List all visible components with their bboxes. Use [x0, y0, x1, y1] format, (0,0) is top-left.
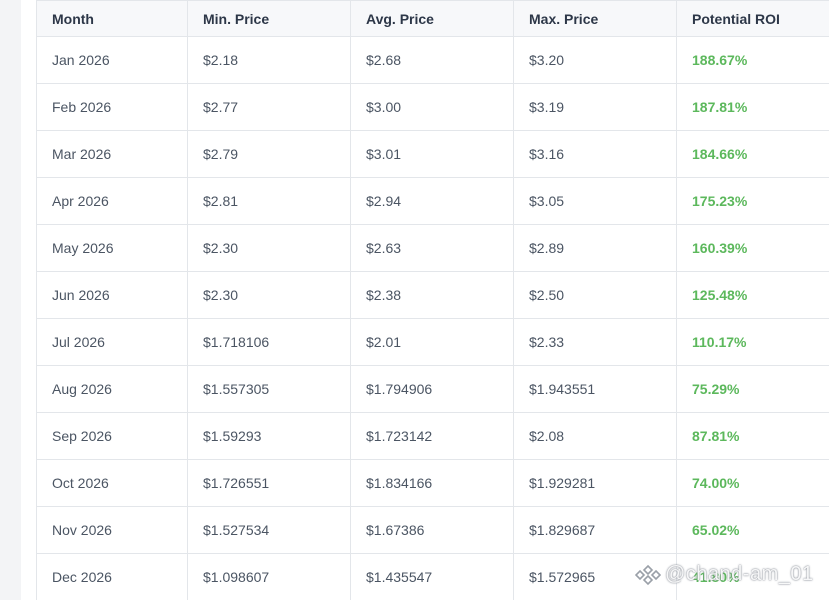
cell-month: Jan 2026: [36, 36, 188, 84]
cell-max-price: $3.16: [513, 130, 677, 178]
cell-min-price: $1.527534: [187, 506, 351, 554]
cell-min-price: $2.79: [187, 130, 351, 178]
cell-avg-price: $1.67386: [350, 506, 514, 554]
cell-max-price: $2.50: [513, 271, 677, 319]
cell-potential-roi: 65.02%: [676, 506, 829, 554]
column-header-potential-roi: Potential ROI: [676, 0, 829, 37]
cell-potential-roi: 125.48%: [676, 271, 829, 319]
cell-month: Nov 2026: [36, 506, 188, 554]
table-row: Apr 2026 $2.81 $2.94 $3.05 175.23%: [36, 177, 829, 225]
watermark: @chand-am_01: [635, 563, 814, 586]
cell-month: Feb 2026: [36, 83, 188, 131]
cell-min-price: $2.30: [187, 224, 351, 272]
binance-logo-icon: [635, 564, 661, 585]
table-row: Jun 2026 $2.30 $2.38 $2.50 125.48%: [36, 271, 829, 319]
cell-avg-price: $1.435547: [350, 553, 514, 600]
watermark-text: @chand-am_01: [665, 563, 814, 585]
cell-avg-price: $2.68: [350, 36, 514, 84]
cell-avg-price: $2.63: [350, 224, 514, 272]
cell-avg-price: $2.94: [350, 177, 514, 225]
price-prediction-panel: Month Min. Price Avg. Price Max. Price P…: [21, 0, 829, 600]
cell-avg-price: $3.01: [350, 130, 514, 178]
table-row: Oct 2026 $1.726551 $1.834166 $1.929281 74.00…: [36, 459, 829, 507]
cell-max-price: $3.20: [513, 36, 677, 84]
cell-avg-price: $1.834166: [350, 459, 514, 507]
cell-potential-roi: 87.81%: [676, 412, 829, 460]
cell-month: Apr 2026: [36, 177, 188, 225]
table-row: Sep 2026 $1.59293 $1.723142 $2.08 87.81%: [36, 412, 829, 460]
cell-avg-price: $3.00: [350, 83, 514, 131]
table-row: Jan 2026 $2.18 $2.68 $3.20 188.67%: [36, 36, 829, 84]
cell-month: Aug 2026: [36, 365, 188, 413]
cell-min-price: $1.098607: [187, 553, 351, 600]
price-prediction-table: Month Min. Price Avg. Price Max. Price P…: [36, 0, 829, 600]
table-row: Mar 2026 $2.79 $3.01 $3.16 184.66%: [36, 130, 829, 178]
cell-avg-price: $2.38: [350, 271, 514, 319]
cell-max-price: $2.33: [513, 318, 677, 366]
cell-max-price: $2.08: [513, 412, 677, 460]
column-header-avg-price: Avg. Price: [350, 0, 514, 37]
cell-max-price: $1.929281: [513, 459, 677, 507]
column-header-month: Month: [36, 0, 188, 37]
table-row: Jul 2026 $1.718106 $2.01 $2.33 110.17%: [36, 318, 829, 366]
cell-potential-roi: 74.00%: [676, 459, 829, 507]
cell-min-price: $2.77: [187, 83, 351, 131]
table-row: Feb 2026 $2.77 $3.00 $3.19 187.81%: [36, 83, 829, 131]
cell-avg-price: $1.723142: [350, 412, 514, 460]
cell-potential-roi: 188.67%: [676, 36, 829, 84]
cell-month: May 2026: [36, 224, 188, 272]
cell-month: Dec 2026: [36, 553, 188, 600]
cell-month: Jul 2026: [36, 318, 188, 366]
cell-potential-roi: 160.39%: [676, 224, 829, 272]
cell-month: Sep 2026: [36, 412, 188, 460]
cell-month: Mar 2026: [36, 130, 188, 178]
cell-potential-roi: 187.81%: [676, 83, 829, 131]
cell-min-price: $2.30: [187, 271, 351, 319]
cell-potential-roi: 110.17%: [676, 318, 829, 366]
cell-max-price: $2.89: [513, 224, 677, 272]
cell-avg-price: $1.794906: [350, 365, 514, 413]
cell-max-price: $3.19: [513, 83, 677, 131]
cell-potential-roi: 75.29%: [676, 365, 829, 413]
table-header-row: Month Min. Price Avg. Price Max. Price P…: [36, 0, 829, 37]
column-header-min-price: Min. Price: [187, 0, 351, 37]
cell-potential-roi: 184.66%: [676, 130, 829, 178]
cell-min-price: $1.557305: [187, 365, 351, 413]
cell-potential-roi: 175.23%: [676, 177, 829, 225]
table-row: Aug 2026 $1.557305 $1.794906 $1.943551 75.29…: [36, 365, 829, 413]
cell-min-price: $2.81: [187, 177, 351, 225]
table-row: Nov 2026 $1.527534 $1.67386 $1.829687 65.02%: [36, 506, 829, 554]
table-row: May 2026 $2.30 $2.63 $2.89 160.39%: [36, 224, 829, 272]
cell-month: Oct 2026: [36, 459, 188, 507]
cell-max-price: $3.05: [513, 177, 677, 225]
table-body: Jan 2026 $2.18 $2.68 $3.20 188.67% Feb 2026 $2…: [36, 36, 829, 600]
cell-min-price: $1.726551: [187, 459, 351, 507]
cell-min-price: $1.59293: [187, 412, 351, 460]
cell-min-price: $2.18: [187, 36, 351, 84]
cell-min-price: $1.718106: [187, 318, 351, 366]
cell-max-price: $1.829687: [513, 506, 677, 554]
column-header-max-price: Max. Price: [513, 0, 677, 37]
cell-avg-price: $2.01: [350, 318, 514, 366]
cell-month: Jun 2026: [36, 271, 188, 319]
cell-max-price: $1.943551: [513, 365, 677, 413]
